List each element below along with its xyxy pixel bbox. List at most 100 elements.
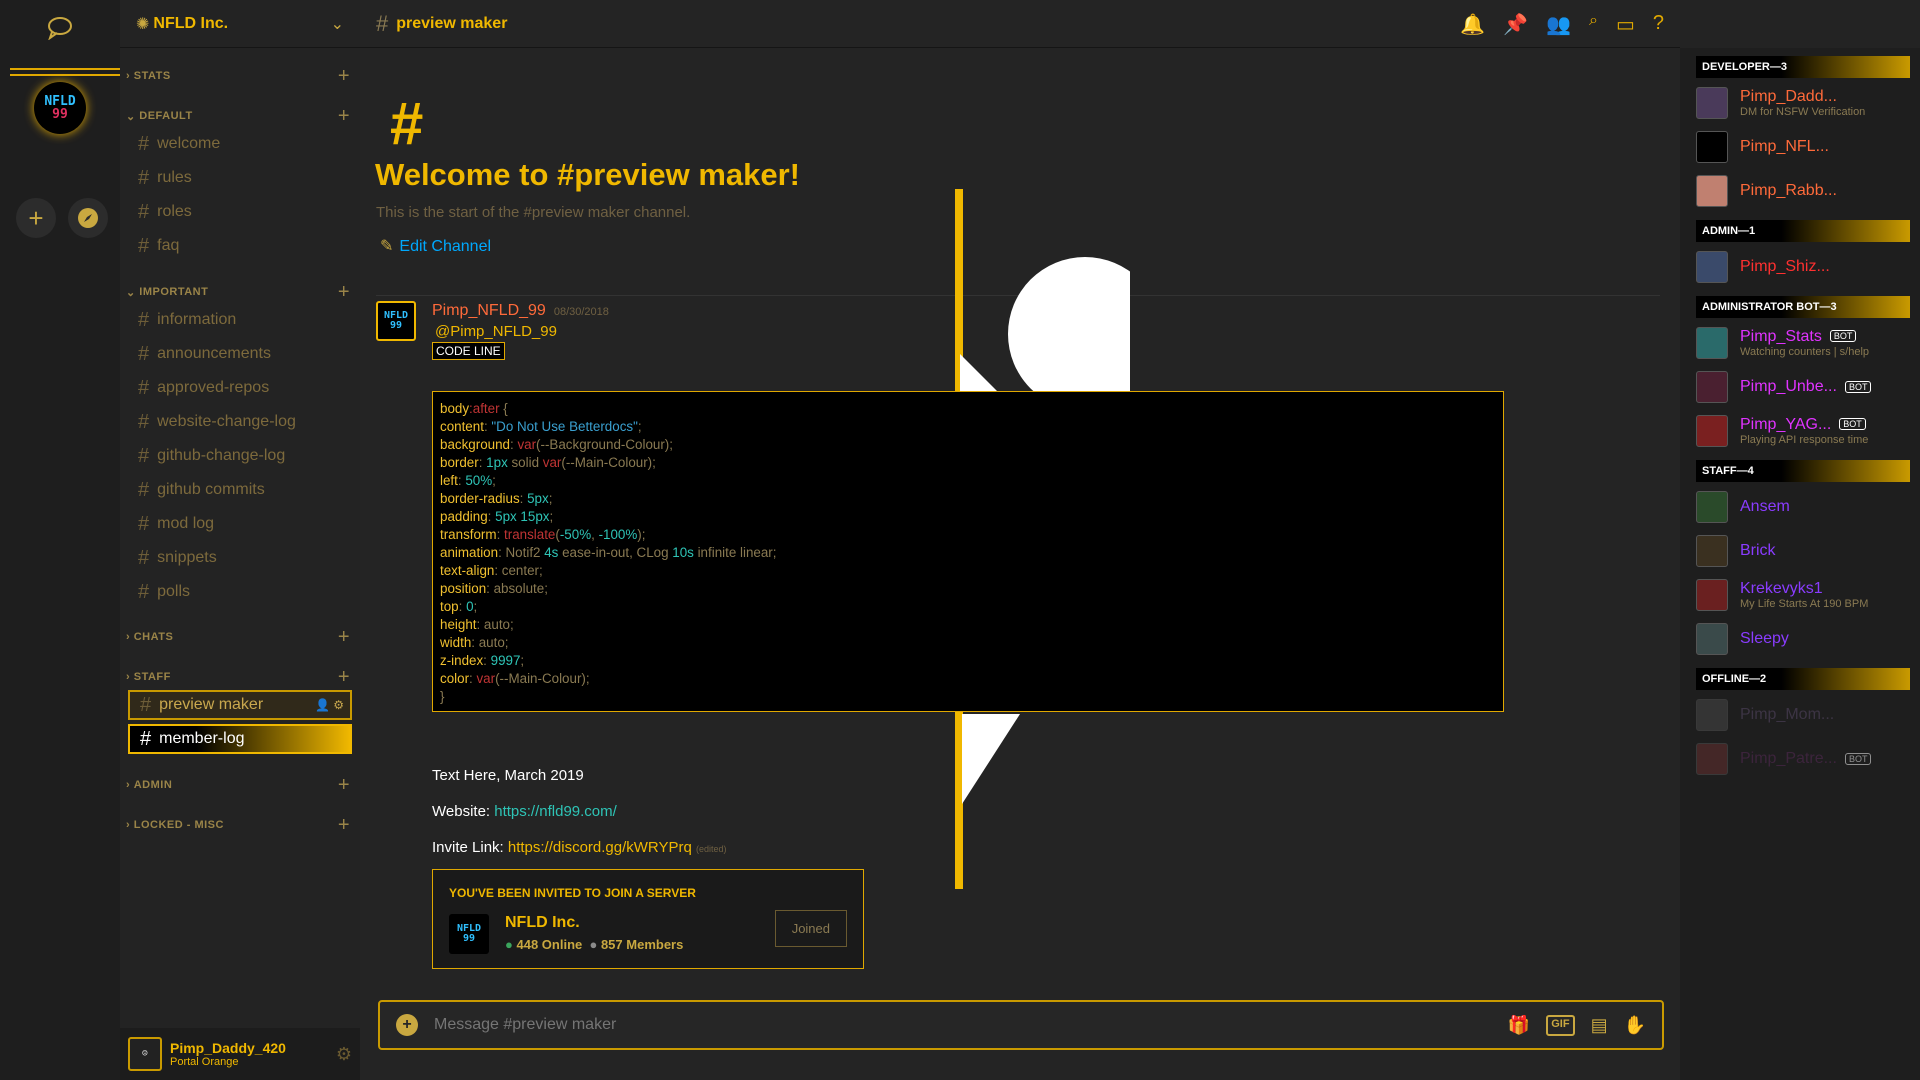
bot-badge: BOT <box>1829 330 1857 343</box>
website-line: Website: https://nfld99.com/ <box>432 803 617 820</box>
bell-icon[interactable]: 🔔 <box>1460 12 1485 37</box>
member-name: Pimp_Patre... <box>1740 750 1837 767</box>
add-channel-icon[interactable]: + <box>338 105 350 128</box>
member-status: Watching counters | s/help <box>1740 345 1870 358</box>
edit-channel-link[interactable]: ✎ Edit Channel <box>380 236 491 256</box>
channel-faq[interactable]: # faq <box>128 231 352 261</box>
user-avatar[interactable]: ☺ <box>128 1037 162 1071</box>
invite-member-icon[interactable]: 👤 <box>315 698 330 712</box>
joined-button[interactable]: Joined <box>774 910 847 947</box>
member-name: Pimp_Rabb... <box>1740 182 1837 199</box>
direct-messages-icon[interactable] <box>44 14 76 40</box>
server-header[interactable]: ✺ NFLD Inc. ⌄ <box>120 0 360 48</box>
search-icon[interactable]: ⌕ <box>1589 12 1598 37</box>
add-server-button[interactable]: + <box>16 198 56 238</box>
add-channel-icon[interactable]: + <box>338 814 350 837</box>
gear-icon[interactable]: ⚙ <box>333 698 344 712</box>
member-group-header: ADMINISTRATOR BOT—3 <box>1696 296 1910 318</box>
category-chats[interactable]: › CHATS + <box>120 626 360 648</box>
message-input[interactable] <box>434 1016 1508 1034</box>
member-item[interactable]: Pimp_Mom... <box>1696 696 1916 734</box>
message-author[interactable]: Pimp_NFLD_99 <box>432 302 546 320</box>
category-admin[interactable]: › ADMIN + <box>120 774 360 796</box>
member-item[interactable]: Pimp_Patre... BOT <box>1696 740 1916 778</box>
code-line-label: CODE LINE <box>432 342 505 360</box>
member-group-header: DEVELOPER—3 <box>1696 56 1910 78</box>
channel-github-change-log[interactable]: # github-change-log <box>128 441 352 471</box>
user-status: Portal Orange <box>170 1056 239 1068</box>
member-list-icon[interactable]: 👥 <box>1546 12 1571 37</box>
add-channel-icon[interactable]: + <box>338 626 350 649</box>
channel-member-log[interactable]: # member-log <box>128 724 352 754</box>
gif-icon[interactable]: GIF <box>1546 1014 1575 1036</box>
chat-area: # preview maker 🔔 📌 👥 ⌕ ▭ ? # Welcome to… <box>360 0 1680 1080</box>
member-item[interactable]: Pimp_Unbe... BOT <box>1696 368 1916 406</box>
channel-rules[interactable]: # rules <box>128 163 352 193</box>
member-avatar <box>1696 175 1728 207</box>
member-item[interactable]: Pimp_Stats BOT Watching counters | s/help <box>1696 324 1916 362</box>
invite-line: Invite Link: https://discord.gg/kWRYPrq … <box>432 839 727 856</box>
channel-information[interactable]: # information <box>128 305 352 335</box>
add-channel-icon[interactable]: + <box>338 65 350 88</box>
channel-github-commits[interactable]: # github commits <box>128 475 352 505</box>
message-text: Text Here, March 2019 <box>432 767 584 784</box>
channel-mod-log[interactable]: # mod log <box>128 509 352 539</box>
channel-approved-repos[interactable]: # approved-repos <box>128 373 352 403</box>
add-channel-icon[interactable]: + <box>338 774 350 797</box>
member-name: Pimp_YAG... <box>1740 415 1832 433</box>
member-group-header: STAFF—4 <box>1696 460 1910 482</box>
category-important[interactable]: ⌄ IMPORTANT + <box>120 281 360 303</box>
member-item[interactable]: Pimp_Rabb... <box>1696 172 1916 210</box>
member-name: Pimp_Stats <box>1740 327 1822 345</box>
member-item[interactable]: Pimp_NFL... <box>1696 128 1916 166</box>
message-list: # Welcome to #preview maker! This is the… <box>360 49 1660 989</box>
pin-icon[interactable]: 📌 <box>1503 12 1528 37</box>
sticker-icon[interactable]: ▤ <box>1591 1015 1608 1036</box>
channel-polls[interactable]: # polls <box>128 577 352 607</box>
channel-preview-maker[interactable]: # preview maker 👤 ⚙ <box>128 690 352 720</box>
chevron-down-icon[interactable]: ⌄ <box>331 14 344 34</box>
settings-gear-icon[interactable]: ⚙ <box>336 1044 352 1065</box>
hash-icon: # <box>140 693 152 716</box>
user-mention[interactable]: @Pimp_NFLD_99 <box>435 323 557 340</box>
emoji-icon[interactable]: ✋ <box>1624 1015 1646 1036</box>
member-name: Ansem <box>1740 498 1790 515</box>
hash-icon: # <box>138 580 150 603</box>
category-stats[interactable]: › STATS + <box>120 65 360 87</box>
server-icon-nfld[interactable]: NFLD 99 <box>34 82 86 134</box>
server-name: NFLD Inc. <box>153 14 229 32</box>
add-attachment-icon[interactable]: + <box>396 1014 418 1036</box>
app-window: NFLD 99 + ✺ NFLD Inc. ⌄ › STATS + ⌄ DEFAUL… <box>0 0 1920 1080</box>
channel-announcements[interactable]: # announcements <box>128 339 352 369</box>
add-channel-icon[interactable]: + <box>338 666 350 689</box>
member-item[interactable]: Pimp_YAG... BOT Playing API response time <box>1696 412 1916 450</box>
invite-link[interactable]: https://discord.gg/kWRYPrq <box>508 839 692 856</box>
member-item[interactable]: Ansem <box>1696 488 1916 526</box>
rail-separator <box>10 74 120 76</box>
category-staff[interactable]: › STAFF + <box>120 666 360 688</box>
member-avatar <box>1696 251 1728 283</box>
member-item[interactable]: Krekevyks1 My Life Starts At 190 BPM <box>1696 576 1916 614</box>
category-default[interactable]: ⌄ DEFAULT + <box>120 105 360 127</box>
channel-snippets[interactable]: # snippets <box>128 543 352 573</box>
category-locked-misc[interactable]: › LOCKED - MISC + <box>120 814 360 836</box>
hash-icon: # <box>138 546 150 569</box>
member-avatar <box>1696 743 1728 775</box>
channel-website-change-log[interactable]: # website-change-log <box>128 407 352 437</box>
invite-server-name: NFLD Inc. <box>505 914 580 931</box>
welcome-title: Welcome to #preview maker! <box>375 157 800 192</box>
member-item[interactable]: Pimp_Dadd... DM for NSFW Verification <box>1696 84 1916 122</box>
member-item[interactable]: Brick <box>1696 532 1916 570</box>
member-item[interactable]: Pimp_Shiz... <box>1696 248 1916 286</box>
inbox-icon[interactable]: ▭ <box>1616 12 1635 37</box>
add-channel-icon[interactable]: + <box>338 281 350 304</box>
channel-welcome[interactable]: # welcome <box>128 129 352 159</box>
website-link[interactable]: https://nfld99.com/ <box>494 803 617 820</box>
gift-icon[interactable]: 🎁 <box>1508 1015 1530 1036</box>
member-item[interactable]: Sleepy <box>1696 620 1916 658</box>
author-avatar[interactable]: NFLD 99 <box>376 301 416 341</box>
channel-roles[interactable]: # roles <box>128 197 352 227</box>
explore-servers-button[interactable] <box>68 198 108 238</box>
help-icon[interactable]: ? <box>1653 12 1664 37</box>
hash-icon: # <box>138 410 150 433</box>
